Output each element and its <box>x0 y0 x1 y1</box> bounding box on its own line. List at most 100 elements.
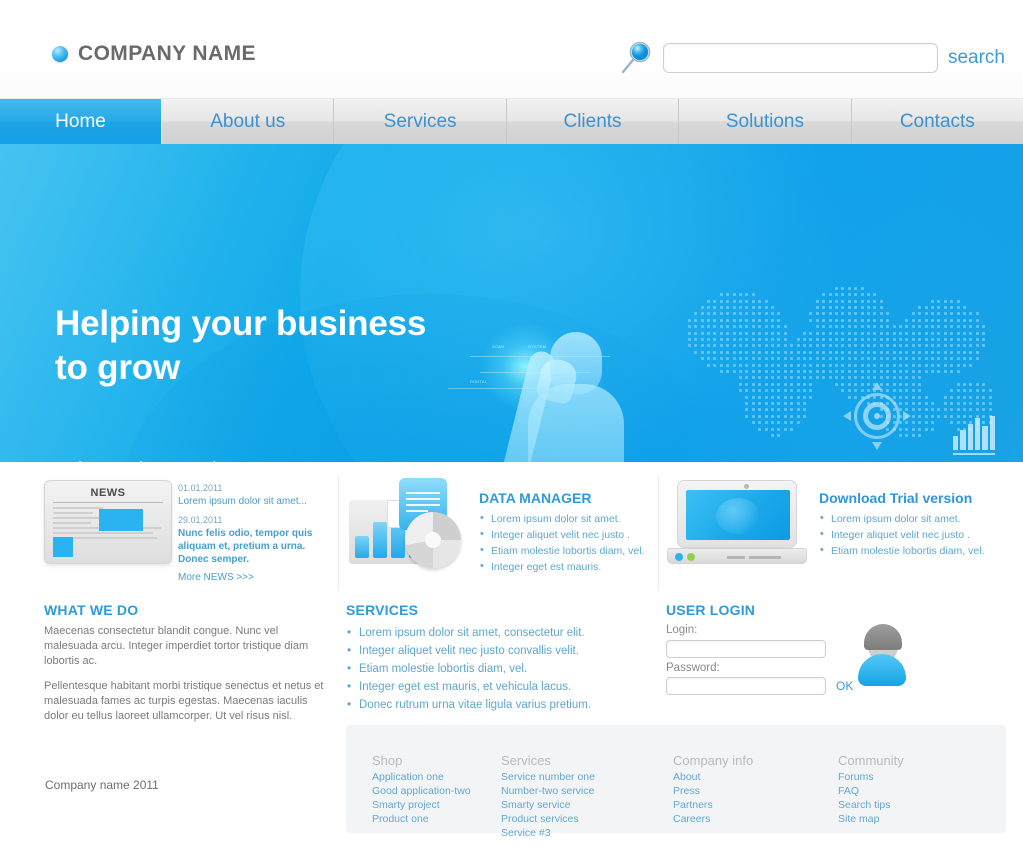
cd-disc-icon <box>405 512 461 568</box>
footer-link[interactable]: Site map <box>838 812 998 826</box>
person-silhouette-icon <box>500 332 650 462</box>
main-content-row: WHAT WE DO Maecenas consectetur blandit … <box>0 590 1023 722</box>
what-we-do-title: WHAT WE DO <box>44 602 139 618</box>
hero-title-line-2: to grow <box>55 348 180 387</box>
list-item: Integer eget est mauris. <box>479 558 664 575</box>
nav-item-contacts[interactable]: Contacts <box>852 99 1023 144</box>
blue-sphere-icon <box>52 46 68 62</box>
news-item[interactable]: 01.01.2011 Lorem ipsum dolor sit amet... <box>178 482 328 508</box>
footer-link[interactable]: Good application-two <box>372 784 501 798</box>
list-item: Integer aliquet velit nec justo . <box>479 526 664 543</box>
nav-label: Services <box>383 110 457 132</box>
footer-link[interactable]: Number-two service <box>501 784 673 798</box>
download-trial-bullets: Lorem ipsum dolor sit amet. Integer aliq… <box>819 510 1019 559</box>
newspaper-icon: NEWS <box>44 480 172 564</box>
chart-disc-document-icon <box>347 478 469 570</box>
download-trial-text: Download Trial version Lorem ipsum dolor… <box>819 490 1019 559</box>
footer-link[interactable]: Search tips <box>838 798 998 812</box>
nav-label: Contacts <box>899 110 975 132</box>
nav-label: Solutions <box>725 110 804 132</box>
download-trial-block: Download Trial version Lorem ipsum dolor… <box>658 476 1023 590</box>
ok-button[interactable]: OK <box>836 679 853 693</box>
nav-item-home[interactable]: Home <box>0 99 162 144</box>
footer-link[interactable]: Smarty service <box>501 798 673 812</box>
hero-subtitle: Sed venenatis augue a lacus venenatis ve… <box>55 456 250 462</box>
footer-link[interactable]: FAQ <box>838 784 998 798</box>
hero-icon-row <box>843 382 995 455</box>
search-input[interactable] <box>662 43 938 73</box>
news-text: Lorem ipsum dolor sit amet... <box>178 496 307 507</box>
list-item: Integer aliquet velit nec justo . <box>819 526 1019 543</box>
footer-link[interactable]: Application one <box>372 770 501 784</box>
footer-column-community: Community Forums FAQ Search tips Site ma… <box>838 753 998 840</box>
footer-column-company-info: Company info About Press Partners Career… <box>673 753 838 840</box>
user-login-section: USER LOGIN Login: Password: OK <box>658 602 1023 718</box>
search-button[interactable]: search <box>948 47 1005 69</box>
footer-link[interactable]: Product services <box>501 812 673 826</box>
services-section: SERVICES Lorem ipsum dolor sit amet, con… <box>338 602 658 718</box>
webpage-template: COMPANY NAME search Home About us Servic… <box>0 0 1023 847</box>
footer-link[interactable]: Service number one <box>501 770 673 784</box>
main-navigation: Home About us Services Clients Solutions… <box>0 98 1023 144</box>
list-item: Integer aliquet velit nec justo convalli… <box>346 641 658 660</box>
news-item[interactable]: 29.01.2011 Nunc felis odio, tempor quis … <box>178 514 328 566</box>
footer-column-title: Services <box>501 753 551 768</box>
promo-row: NEWS 01.01.2011 Lorem ipsum dolor sit am… <box>0 462 1023 590</box>
footer-link[interactable]: Service #3 <box>501 826 673 840</box>
data-manager-block: DATA MANAGER Lorem ipsum dolor sit amet.… <box>338 476 658 590</box>
password-input[interactable] <box>666 677 826 695</box>
services-bullets: Lorem ipsum dolor sit amet, consectetur … <box>346 623 658 714</box>
footer-link[interactable]: Press <box>673 784 838 798</box>
person-body <box>528 384 624 462</box>
list-item: Etiam molestie lobortis diam, vel. <box>479 542 664 559</box>
nav-item-clients[interactable]: Clients <box>507 99 680 144</box>
footer-link[interactable]: Smarty project <box>372 798 501 812</box>
list-item: Lorem ipsum dolor sit amet. <box>819 510 1019 527</box>
news-block: NEWS 01.01.2011 Lorem ipsum dolor sit am… <box>0 476 338 590</box>
login-input[interactable] <box>666 640 826 658</box>
laptop-icon <box>667 480 807 568</box>
services-title: SERVICES <box>346 602 419 618</box>
password-label: Password: <box>666 662 720 674</box>
what-we-do-section: WHAT WE DO Maecenas consectetur blandit … <box>0 602 338 722</box>
news-text: Nunc felis odio, tempor quis aliquam et,… <box>178 528 313 565</box>
user-login-title: USER LOGIN <box>666 602 756 618</box>
nav-label: About us <box>210 110 286 132</box>
copyright-label: Company name 2011 <box>45 778 159 792</box>
footer-link[interactable]: Forums <box>838 770 998 784</box>
login-label: Login: <box>666 624 698 636</box>
nav-item-solutions[interactable]: Solutions <box>679 99 852 144</box>
site-footer: Company name 2011 Shop Application one G… <box>0 725 1023 847</box>
nav-item-services[interactable]: Services <box>334 99 507 144</box>
navigation-pad-icon[interactable] <box>843 382 911 450</box>
site-logo[interactable]: COMPANY NAME <box>52 42 256 66</box>
download-trial-title[interactable]: Download Trial version <box>819 490 1019 506</box>
footer-link[interactable]: About <box>673 770 838 784</box>
footer-column-shop: Shop Application one Good application-tw… <box>346 753 501 840</box>
hero-title: Helping your business to grow <box>55 302 426 390</box>
news-date: 01.01.2011 <box>178 483 223 493</box>
list-item: Lorem ipsum dolor sit amet, consectetur … <box>346 623 658 642</box>
bar-chart-icon[interactable] <box>953 410 995 455</box>
paragraph: Maecenas consectetur blandit congue. Nun… <box>44 625 309 667</box>
magnifier-icon[interactable] <box>619 40 653 76</box>
hero-subtitle-line-1: Sed venenatis augue a lacus <box>55 456 250 462</box>
newspaper-title: NEWS <box>90 487 126 499</box>
footer-link[interactable]: Product one <box>372 812 501 826</box>
footer-link[interactable]: Partners <box>673 798 838 812</box>
search-area: search <box>619 40 1005 76</box>
news-date: 29.01.2011 <box>178 515 223 525</box>
nav-label: Home <box>55 110 106 132</box>
footer-column-services: Services Service number one Number-two s… <box>501 753 673 840</box>
nav-item-about-us[interactable]: About us <box>162 99 335 144</box>
footer-columns: Shop Application one Good application-tw… <box>346 753 1006 840</box>
user-avatar-icon <box>856 624 908 686</box>
hud-label: DIGITAL <box>470 379 488 384</box>
footer-column-title: Community <box>838 753 904 768</box>
list-item: Etiam molestie lobortis diam, vel. <box>819 542 1019 559</box>
paragraph: Pellentesque habitant morbi tristique se… <box>44 680 324 722</box>
footer-link[interactable]: Careers <box>673 812 838 826</box>
list-item: Lorem ipsum dolor sit amet. <box>479 510 664 527</box>
more-news-link[interactable]: More NEWS >>> <box>178 572 328 583</box>
list-item: Etiam molestie lobortis diam, vel. <box>346 659 658 678</box>
